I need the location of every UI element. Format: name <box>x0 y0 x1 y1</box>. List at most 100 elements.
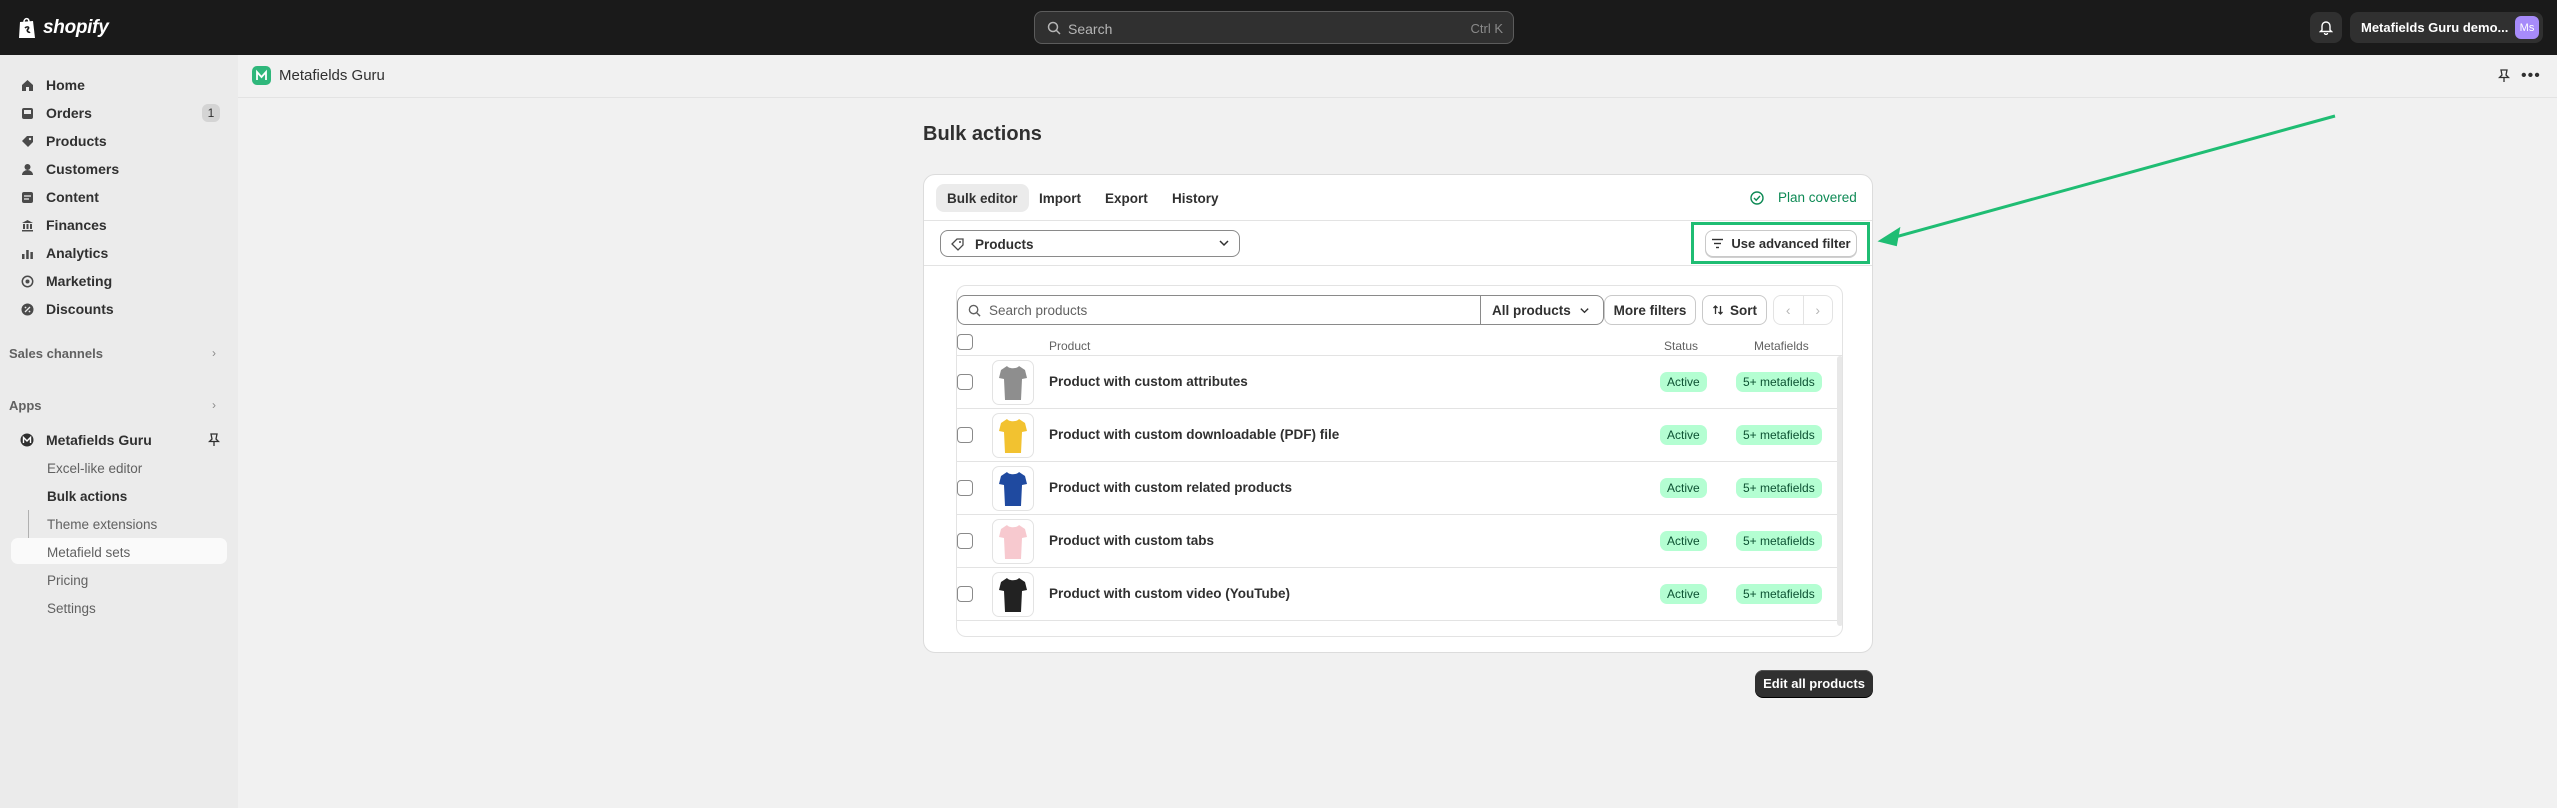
shopify-bag-icon <box>19 17 35 38</box>
notifications-button[interactable] <box>2310 12 2342 43</box>
filter-icon <box>1712 238 1724 249</box>
row-checkbox[interactable] <box>957 427 973 443</box>
pin-icon[interactable] <box>2497 69 2511 88</box>
row-checkbox[interactable] <box>957 533 973 549</box>
more-actions-icon[interactable]: ••• <box>2521 67 2541 85</box>
chevron-down-icon <box>1219 240 1229 247</box>
previous-page-button[interactable]: ‹ <box>1774 296 1804 324</box>
tab-bulk-editor[interactable]: Bulk editor <box>936 184 1029 212</box>
page-title: Bulk actions <box>923 123 1042 145</box>
chevron-right-icon[interactable]: › <box>212 398 216 412</box>
sidebar-item-products[interactable]: Products <box>12 128 226 154</box>
tab-history[interactable]: History <box>1161 184 1230 212</box>
column-header-status: Status <box>1664 339 1699 353</box>
collection-select-value: All products <box>1492 302 1571 318</box>
sidebar-item-label: Discounts <box>46 301 114 317</box>
column-header-product: Product <box>1049 339 1091 353</box>
resource-type-select[interactable]: Products <box>940 230 1240 257</box>
tag-icon <box>20 134 34 148</box>
tshirt-shape <box>999 471 1027 506</box>
sidebar-item-home[interactable]: Home <box>12 72 226 98</box>
table-toolbar: Search products All products More filter… <box>957 286 1842 334</box>
row-checkbox[interactable] <box>957 374 973 390</box>
product-search-placeholder: Search products <box>989 303 1088 318</box>
product-thumbnail <box>992 519 1034 564</box>
metafields-badge: 5+ metafields <box>1736 478 1822 498</box>
collection-select[interactable]: All products <box>1481 295 1604 325</box>
select-all-checkbox[interactable] <box>957 334 973 350</box>
person-icon <box>20 162 34 176</box>
next-page-button[interactable]: › <box>1804 296 1833 324</box>
tshirt-icon <box>999 524 1027 559</box>
sales-channels-heading[interactable]: Sales channels <box>9 346 103 361</box>
sidebar-item-finances[interactable]: Finances <box>12 212 226 238</box>
search-icon <box>1047 21 1061 35</box>
sidebar-subitem-pricing[interactable]: Pricing <box>47 573 88 588</box>
sidebar-item-marketing[interactable]: Marketing <box>12 268 226 294</box>
sidebar-item-orders[interactable]: Orders 1 <box>12 100 226 126</box>
tab-export[interactable]: Export <box>1094 184 1159 212</box>
sidebar-item-label: Finances <box>46 217 107 233</box>
store-menu-button[interactable]: Metafields Guru demo... Ms <box>2350 12 2543 43</box>
product-name[interactable]: Product with custom video (YouTube) <box>1049 586 1290 601</box>
status-badge: Active <box>1660 425 1707 445</box>
sidebar-subitem-bulk-actions[interactable]: Bulk actions <box>47 489 127 504</box>
product-name[interactable]: Product with custom attributes <box>1049 374 1248 389</box>
sidebar-item-content[interactable]: Content <box>12 184 226 210</box>
product-thumbnail <box>992 466 1034 511</box>
products-table-panel: Search products All products More filter… <box>956 285 1843 637</box>
app-logo-icon <box>20 433 34 447</box>
metafields-badge: 5+ metafields <box>1736 425 1822 445</box>
table-row[interactable]: Product with custom related products Acti… <box>957 462 1837 515</box>
apps-heading[interactable]: Apps <box>9 398 42 413</box>
shopify-logo[interactable]: shopify <box>17 16 109 40</box>
tabs-row: Bulk editor Import Export History Plan c… <box>924 175 1872 221</box>
tag-icon <box>951 238 964 251</box>
table-row[interactable]: Product with custom attributes Active 5+ m… <box>957 356 1837 409</box>
chevron-right-icon[interactable]: › <box>212 346 216 360</box>
sidebar-item-metafields-guru[interactable]: Metafields Guru <box>12 427 226 453</box>
sidebar-subitem-settings[interactable]: Settings <box>47 601 96 616</box>
table-row[interactable]: Product with custom video (YouTube) Activ… <box>957 568 1837 621</box>
filter-row: Products Use advanced filter <box>924 221 1872 266</box>
product-name[interactable]: Product with custom tabs <box>1049 533 1214 548</box>
product-name[interactable]: Product with custom downloadable (PDF) f… <box>1049 427 1339 442</box>
content-icon <box>20 190 34 204</box>
sidebar-item-label: Home <box>46 77 85 93</box>
global-search[interactable]: Search Ctrl K <box>1034 11 1514 44</box>
product-name[interactable]: Product with custom related products <box>1049 480 1292 495</box>
edit-all-products-button[interactable]: Edit all products <box>1755 670 1873 697</box>
chevron-down-icon <box>1580 307 1589 313</box>
table-row[interactable]: Product with custom tabs Active 5+ metafie… <box>957 515 1837 568</box>
sort-icon <box>1713 305 1723 315</box>
tshirt-shape <box>999 577 1027 612</box>
tshirt-shape <box>999 524 1027 559</box>
table-header: Product Status Metafields <box>957 334 1842 356</box>
product-thumbnail <box>992 360 1034 405</box>
status-badge: Active <box>1660 478 1707 498</box>
sidebar-item-customers[interactable]: Customers <box>12 156 226 182</box>
sidebar: Home Orders 1 Products Customers Content… <box>0 55 238 808</box>
sidebar-subitem-metafield-sets[interactable]: Metafield sets <box>47 545 130 560</box>
inbox-icon <box>20 106 34 120</box>
metafields-badge: 5+ metafields <box>1736 584 1822 604</box>
row-checkbox[interactable] <box>957 480 973 496</box>
sort-button[interactable]: Sort <box>1702 295 1767 325</box>
sidebar-item-discounts[interactable]: Discounts <box>12 296 226 322</box>
tab-import[interactable]: Import <box>1028 184 1092 212</box>
sidebar-item-label: Analytics <box>46 245 109 261</box>
product-search-input[interactable]: Search products <box>957 295 1481 325</box>
pagination: ‹ › <box>1773 295 1833 325</box>
row-checkbox[interactable] <box>957 586 973 602</box>
sidebar-item-analytics[interactable]: Analytics <box>12 240 226 266</box>
table-scrollbar[interactable] <box>1837 356 1842 626</box>
app-title-bar: Metafields Guru ••• <box>238 55 2557 98</box>
pin-icon[interactable] <box>207 433 221 452</box>
advanced-filter-button[interactable]: Use advanced filter <box>1705 230 1857 257</box>
table-row[interactable]: Product with custom downloadable (PDF) f… <box>957 409 1837 462</box>
sidebar-item-label: Customers <box>46 161 120 177</box>
sidebar-subitem-theme-extensions[interactable]: Theme extensions <box>47 517 157 532</box>
sidebar-subitem-excel-editor[interactable]: Excel-like editor <box>47 461 142 476</box>
more-filters-button[interactable]: More filters <box>1604 295 1696 325</box>
metafields-badge: 5+ metafields <box>1736 372 1822 392</box>
